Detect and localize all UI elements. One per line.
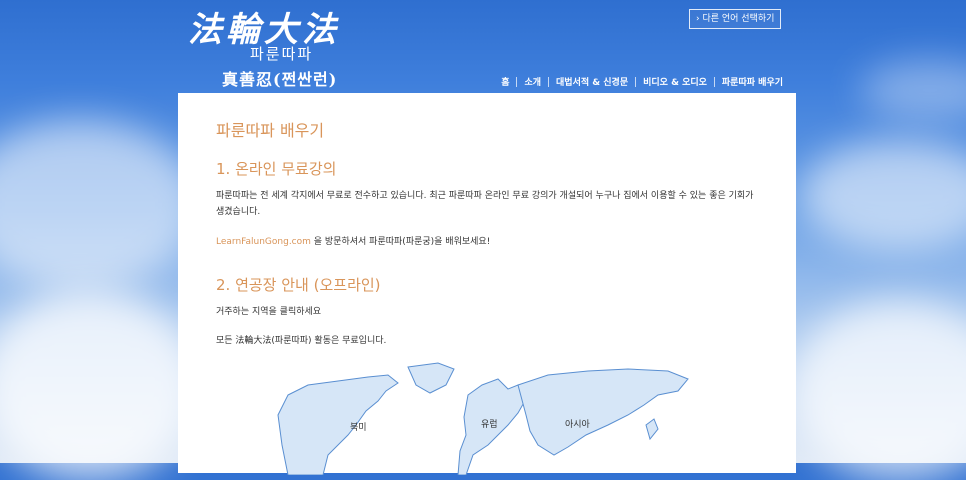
section-online-link-line: LearnFalunGong.com 을 방문하셔서 파룬따파(파룬궁)을 배워… — [216, 234, 761, 250]
nav-books[interactable]: 대법서적 & 신경문 — [549, 75, 635, 88]
map-label-europe[interactable]: 유럽 — [481, 419, 498, 430]
main-content-panel: 파룬따파 배우기 1. 온라인 무료강의 파룬따파는 전 세계 각지에서 무료로… — [178, 93, 796, 475]
map-label-asia[interactable]: 아시아 — [565, 419, 591, 430]
section-online-text: 파룬따파는 전 세계 각지에서 무료로 전수하고 있습니다. 최근 파룬따파 온… — [216, 191, 754, 217]
section-online-heading: 1. 온라인 무료강의 — [216, 160, 337, 178]
language-select-button[interactable]: › 다른 언어 선택하기 — [689, 9, 782, 29]
logo-korean: 파룬따파 — [250, 45, 314, 63]
map-region-north-america[interactable] — [277, 374, 399, 475]
logo-subtitle: 真善忍(쩐싼런) — [222, 70, 338, 89]
nav-video-audio[interactable]: 비디오 & 오디오 — [636, 75, 714, 88]
site-header: 法輪大法 파룬따파 真善忍(쩐싼런) › 다른 언어 선택하기 홈 소개 대법서… — [178, 0, 796, 93]
main-nav: 홈 소개 대법서적 & 신경문 비디오 & 오디오 파룬따파 배우기 — [494, 75, 790, 88]
map-japan — [645, 418, 659, 441]
nav-home[interactable]: 홈 — [494, 75, 516, 88]
section-offline-free-note: 모든 法輪大法(파룬따파) 활동은 무료입니다. — [216, 336, 387, 346]
learnfalungong-link[interactable]: LearnFalunGong.com — [216, 237, 311, 247]
map-greenland — [407, 362, 455, 394]
nav-learn[interactable]: 파룬따파 배우기 — [715, 75, 790, 88]
world-map: 북미 유럽 아시아 — [277, 362, 689, 475]
section-offline-instruction: 거주하는 지역을 클릭하세요 — [216, 307, 322, 317]
page-title: 파룬따파 배우기 — [216, 121, 325, 140]
section-offline-heading: 2. 연공장 안내 (오프라인) — [216, 276, 381, 294]
link-suffix-text: 을 방문하셔서 파룬따파(파룬궁)을 배워보세요! — [310, 237, 491, 247]
nav-intro[interactable]: 소개 — [517, 75, 548, 88]
map-region-asia[interactable] — [517, 368, 689, 456]
map-label-north-america[interactable]: 북미 — [350, 422, 367, 433]
